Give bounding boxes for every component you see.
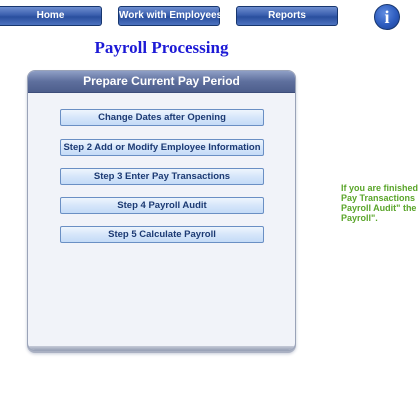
- panel-bottom-edge: [28, 346, 295, 350]
- help-text-line: Pay Transactions: [341, 193, 416, 203]
- page-title: Payroll Processing: [94, 38, 229, 57]
- help-text-line: Payroll".: [341, 213, 378, 223]
- step5-calculate-payroll-button[interactable]: Step 5 Calculate Payroll: [60, 226, 264, 243]
- nav-reports-button[interactable]: Reports: [236, 6, 338, 26]
- nav-work-with-employees-button[interactable]: Work with Employees: [118, 6, 222, 26]
- panel-title: Prepare Current Pay Period: [28, 71, 295, 93]
- step3-pay-transactions-button[interactable]: Step 3 Enter Pay Transactions: [60, 168, 264, 185]
- help-text: If you are finished Pay Transactions Pay…: [341, 183, 420, 231]
- help-text-line: If you are finished: [341, 183, 419, 193]
- info-icon[interactable]: i: [374, 4, 400, 30]
- step4-payroll-audit-button[interactable]: Step 4 Payroll Audit: [60, 197, 264, 214]
- help-text-line: Payroll Audit" the: [341, 203, 417, 213]
- page: Home Work with Employees Reports i Payro…: [0, 0, 420, 420]
- step2-employee-info-button[interactable]: Step 2 Add or Modify Employee Informatio…: [60, 139, 264, 156]
- nav-home-button[interactable]: Home: [0, 6, 102, 26]
- prepare-pay-period-panel: Prepare Current Pay Period Change Dates …: [27, 70, 296, 351]
- change-dates-button[interactable]: Change Dates after Opening: [60, 109, 264, 126]
